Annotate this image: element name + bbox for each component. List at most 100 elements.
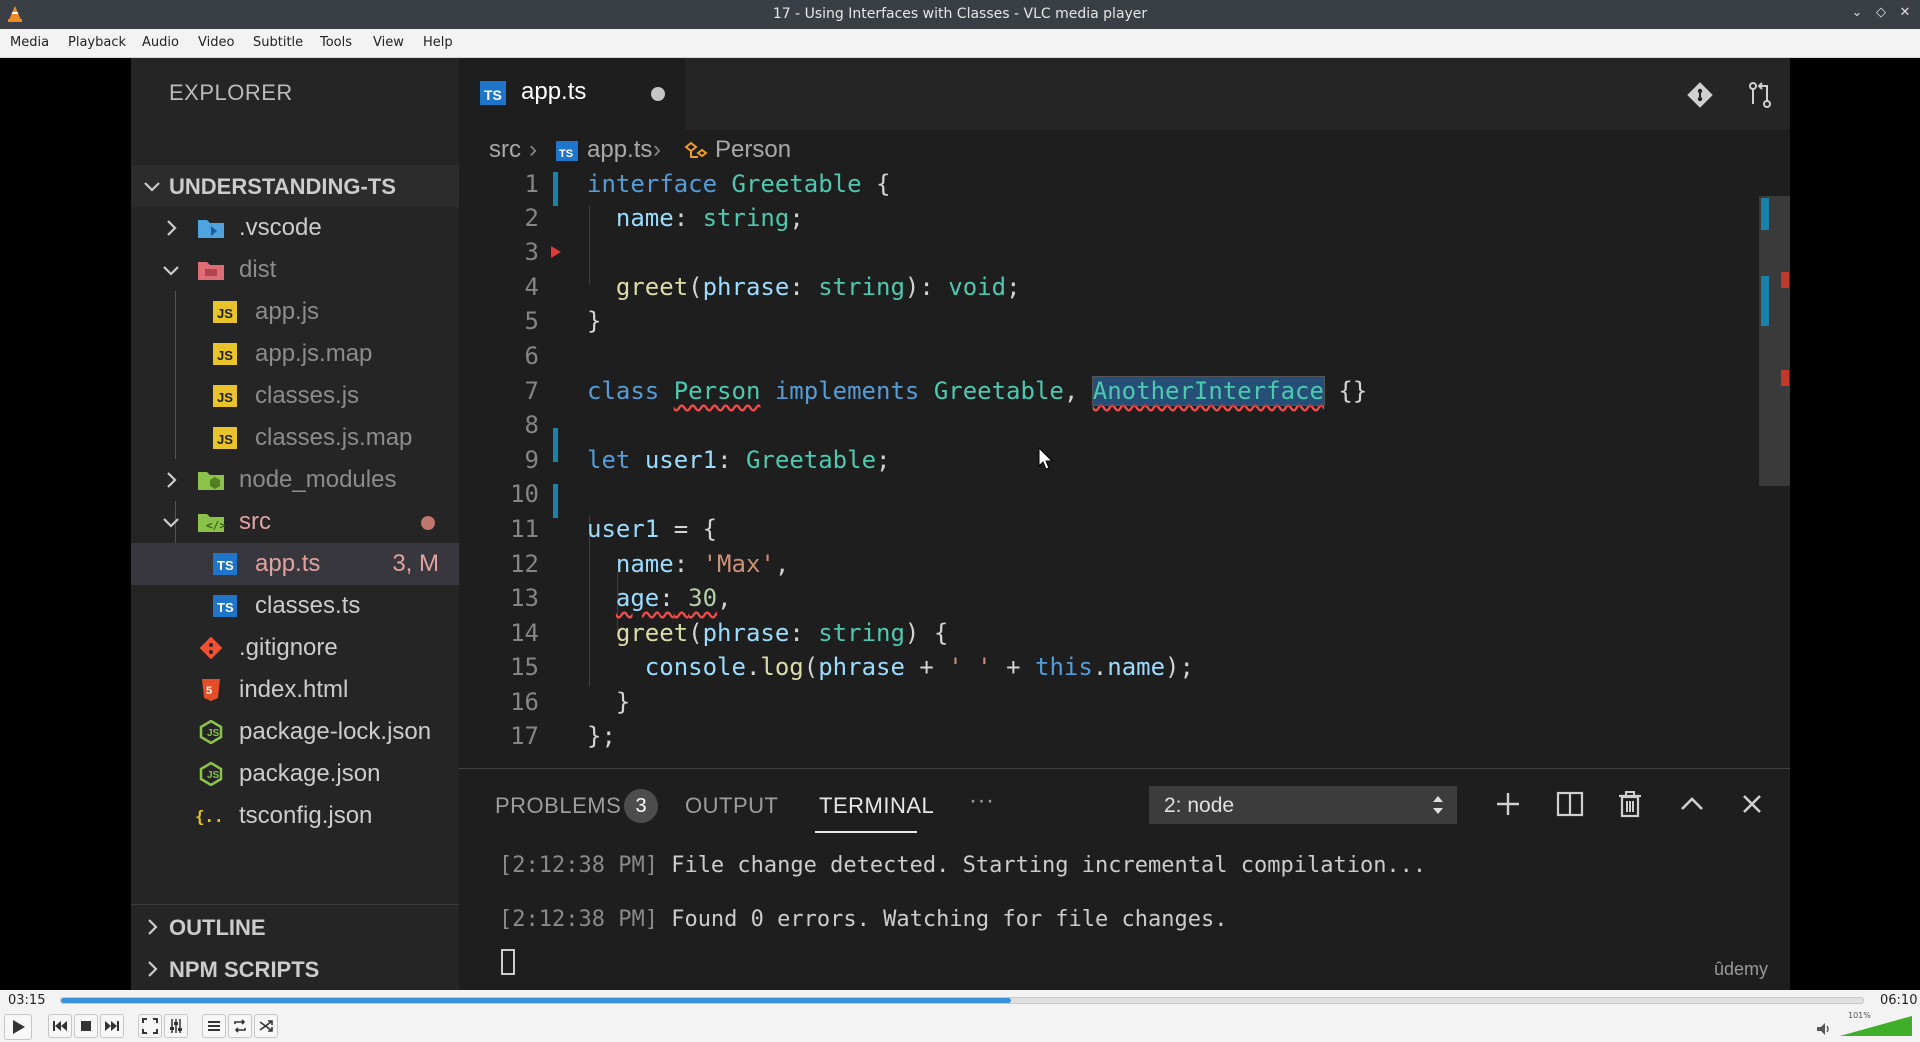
minimize-icon[interactable]: ⌄ [1848, 4, 1866, 22]
tree-item-dist[interactable]: dist [131, 249, 459, 291]
svg-text:JS: JS [217, 306, 233, 321]
tree-item-classes-js-map[interactable]: JS classes.js.map [131, 417, 459, 459]
extended-settings-button[interactable] [164, 1014, 188, 1038]
open-changes-icon[interactable] [1745, 80, 1775, 110]
line-number: 3 [524, 238, 539, 266]
menu-tools[interactable]: Tools [320, 35, 352, 50]
js-file-icon: JS [213, 385, 237, 407]
explorer-title: EXPLORER [169, 80, 293, 105]
play-button[interactable] [4, 1014, 32, 1040]
tree-item-node-modules[interactable]: node_modules [131, 459, 459, 501]
menu-media[interactable]: Media [10, 35, 49, 50]
tree-item-app-js-map[interactable]: JS app.js.map [131, 333, 459, 375]
tree-item-app-ts[interactable]: TS app.ts 3, M [131, 543, 459, 585]
svg-text:JS: JS [217, 390, 233, 405]
loop-button[interactable] [228, 1014, 252, 1038]
html-icon: 5 [202, 679, 220, 701]
tree-item-src[interactable]: </> src [131, 501, 459, 543]
maximize-icon[interactable]: ◇ [1872, 4, 1890, 22]
project-header[interactable]: UNDERSTANDING-TS [131, 165, 459, 207]
chevron-up-icon[interactable] [1677, 789, 1707, 819]
menu-video[interactable]: Video [198, 35, 234, 50]
close-panel-icon[interactable] [1737, 789, 1767, 819]
line-number: 16 [510, 688, 539, 716]
code-line: greet(phrase: string) { [615, 619, 949, 647]
menu-bar: Media Playback Audio Video Subtitle Tool… [0, 29, 1920, 58]
scrollbar-thumb[interactable] [1759, 196, 1790, 486]
playlist-icon [208, 1021, 220, 1031]
trash-icon[interactable] [1615, 789, 1645, 819]
line-number: 13 [510, 584, 539, 612]
udemy-watermark: ûdemy [1713, 959, 1768, 979]
playlist-button[interactable] [202, 1014, 226, 1038]
menu-subtitle[interactable]: Subtitle [253, 35, 303, 50]
svg-text:</>: </> [206, 519, 225, 532]
play-icon [13, 1020, 25, 1034]
code-area[interactable]: 1 2 3 4 5 6 7 8 9 10 11 12 13 14 15 16 1… [459, 170, 1790, 768]
tree-item-classes-js[interactable]: JS classes.js [131, 375, 459, 417]
project-name: UNDERSTANDING-TS [169, 174, 396, 199]
code-line: } [587, 307, 602, 335]
terminal-timestamp: [2:12:38 PM] [499, 907, 658, 932]
terminal-select[interactable]: 2: node [1149, 786, 1457, 824]
seek-bar[interactable] [60, 997, 1864, 1004]
tab-output[interactable]: OUTPUT [685, 793, 778, 819]
tree-label: node_modules [239, 466, 397, 493]
tree-item-package-json[interactable]: JS package.json [131, 753, 459, 795]
close-icon[interactable]: ✕ [1896, 4, 1914, 22]
previous-button[interactable] [48, 1014, 72, 1038]
unsaved-dot[interactable] [651, 87, 665, 101]
line-number: 12 [510, 550, 539, 578]
volume-percent: 101% [1848, 1011, 1871, 1020]
npm-scripts-section[interactable]: NPM SCRIPTS [131, 948, 459, 990]
chevron-down-icon [163, 266, 179, 276]
tree-item-vscode[interactable]: .vscode [131, 207, 459, 249]
tree-label: classes.js [255, 382, 360, 409]
terminal-cursor [501, 949, 515, 975]
code-line: console.log(phrase + ' ' + this.name); [644, 653, 1194, 681]
breadcrumb-src[interactable]: src [489, 136, 521, 164]
breadcrumb-separator-icon: › [529, 136, 537, 163]
player-controls: 03:15 06:10 101% [0, 990, 1920, 1042]
tree-item-gitignore[interactable]: .gitignore [131, 627, 459, 669]
menu-help[interactable]: Help [423, 35, 453, 50]
window-title: 17 - Using Interfaces with Classes - VLC… [772, 6, 1148, 22]
line-number: 14 [510, 619, 539, 647]
error-marker [1781, 272, 1789, 288]
menu-view[interactable]: View [373, 35, 404, 50]
more-tabs-icon[interactable]: ··· [969, 787, 994, 815]
next-button[interactable] [100, 1014, 124, 1038]
js-map-file-icon: JS [213, 427, 237, 449]
tree-item-classes-ts[interactable]: TS classes.ts [131, 585, 459, 627]
line-number: 4 [524, 273, 539, 301]
breadcrumb-symbol[interactable]: Person [715, 136, 791, 164]
chevron-right-icon [148, 919, 158, 935]
tab-terminal[interactable]: TERMINAL [819, 793, 934, 819]
split-terminal-icon[interactable] [1555, 789, 1585, 819]
svg-text:JS: JS [207, 728, 220, 739]
git-icon [199, 636, 223, 660]
tree-item-app-js[interactable]: JS app.js [131, 291, 459, 333]
menu-audio[interactable]: Audio [142, 35, 179, 50]
stop-button[interactable] [74, 1014, 98, 1038]
tab-app-ts[interactable]: TS app.ts [459, 58, 685, 130]
error-marker [1781, 370, 1789, 386]
add-terminal-icon[interactable] [1493, 789, 1523, 819]
tab-problems[interactable]: PROBLEMS [495, 793, 621, 819]
volume-icon[interactable] [1815, 1020, 1833, 1038]
tree-item-tsconfig-json[interactable]: {..} tsconfig.json [131, 795, 459, 837]
line-number: 7 [524, 377, 539, 405]
breadcrumb-file[interactable]: app.ts [587, 136, 652, 164]
tree-item-package-lock-json[interactable]: JS package-lock.json [131, 711, 459, 753]
menu-playback[interactable]: Playback [68, 35, 126, 50]
fullscreen-button[interactable] [138, 1014, 162, 1038]
outline-section[interactable]: OUTLINE [131, 906, 459, 948]
shuffle-button[interactable] [254, 1014, 278, 1038]
outline-label: OUTLINE [169, 915, 266, 940]
loop-icon [234, 1019, 246, 1033]
line-number: 6 [524, 342, 539, 370]
terminal-timestamp: [2:12:38 PM] [499, 853, 658, 878]
git-compare-icon[interactable] [1685, 80, 1715, 110]
updown-arrow-icon [1433, 796, 1443, 814]
tree-item-index-html[interactable]: 5 index.html [131, 669, 459, 711]
